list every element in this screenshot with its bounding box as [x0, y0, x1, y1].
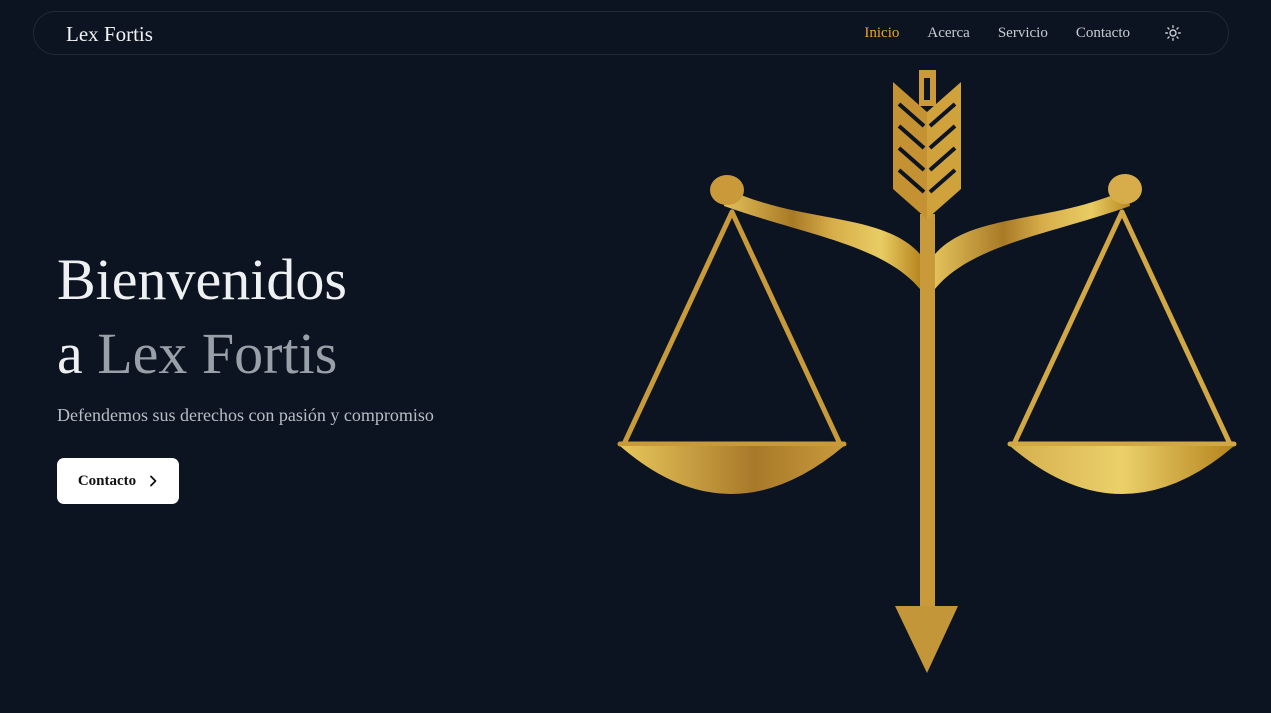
nav-link-acerca[interactable]: Acerca: [927, 25, 969, 42]
nav-link-inicio[interactable]: Inicio: [864, 25, 899, 42]
hero-subtitle: Defendemos sus derechos con pasión y com…: [57, 405, 434, 425]
brand-logo-text[interactable]: Lex Fortis: [66, 22, 153, 47]
contact-cta-button[interactable]: Contacto: [57, 458, 179, 504]
contact-cta-label: Contacto: [77, 472, 137, 489]
hero-title-prefix: a: [57, 321, 83, 386]
hero-title-line1: Bienvenidos: [57, 247, 347, 312]
theme-toggle-button[interactable]: [1164, 24, 1182, 42]
chevron-right-icon: [148, 475, 158, 487]
scales-of-justice-illustration: [617, 70, 1237, 673]
top-navbar: Lex Fortis Inicio Acerca Servicio Contac…: [33, 11, 1229, 55]
hero-title-highlight: Lex Fortis: [97, 321, 338, 386]
nav-link-contacto[interactable]: Contacto: [1076, 25, 1130, 42]
hero-title: Bienvenidos a Lex Fortis: [57, 243, 347, 391]
nav-link-servicio[interactable]: Servicio: [998, 25, 1048, 42]
sun-icon: [1165, 25, 1181, 41]
nav-menu: Inicio Acerca Servicio Contacto: [836, 12, 1182, 54]
